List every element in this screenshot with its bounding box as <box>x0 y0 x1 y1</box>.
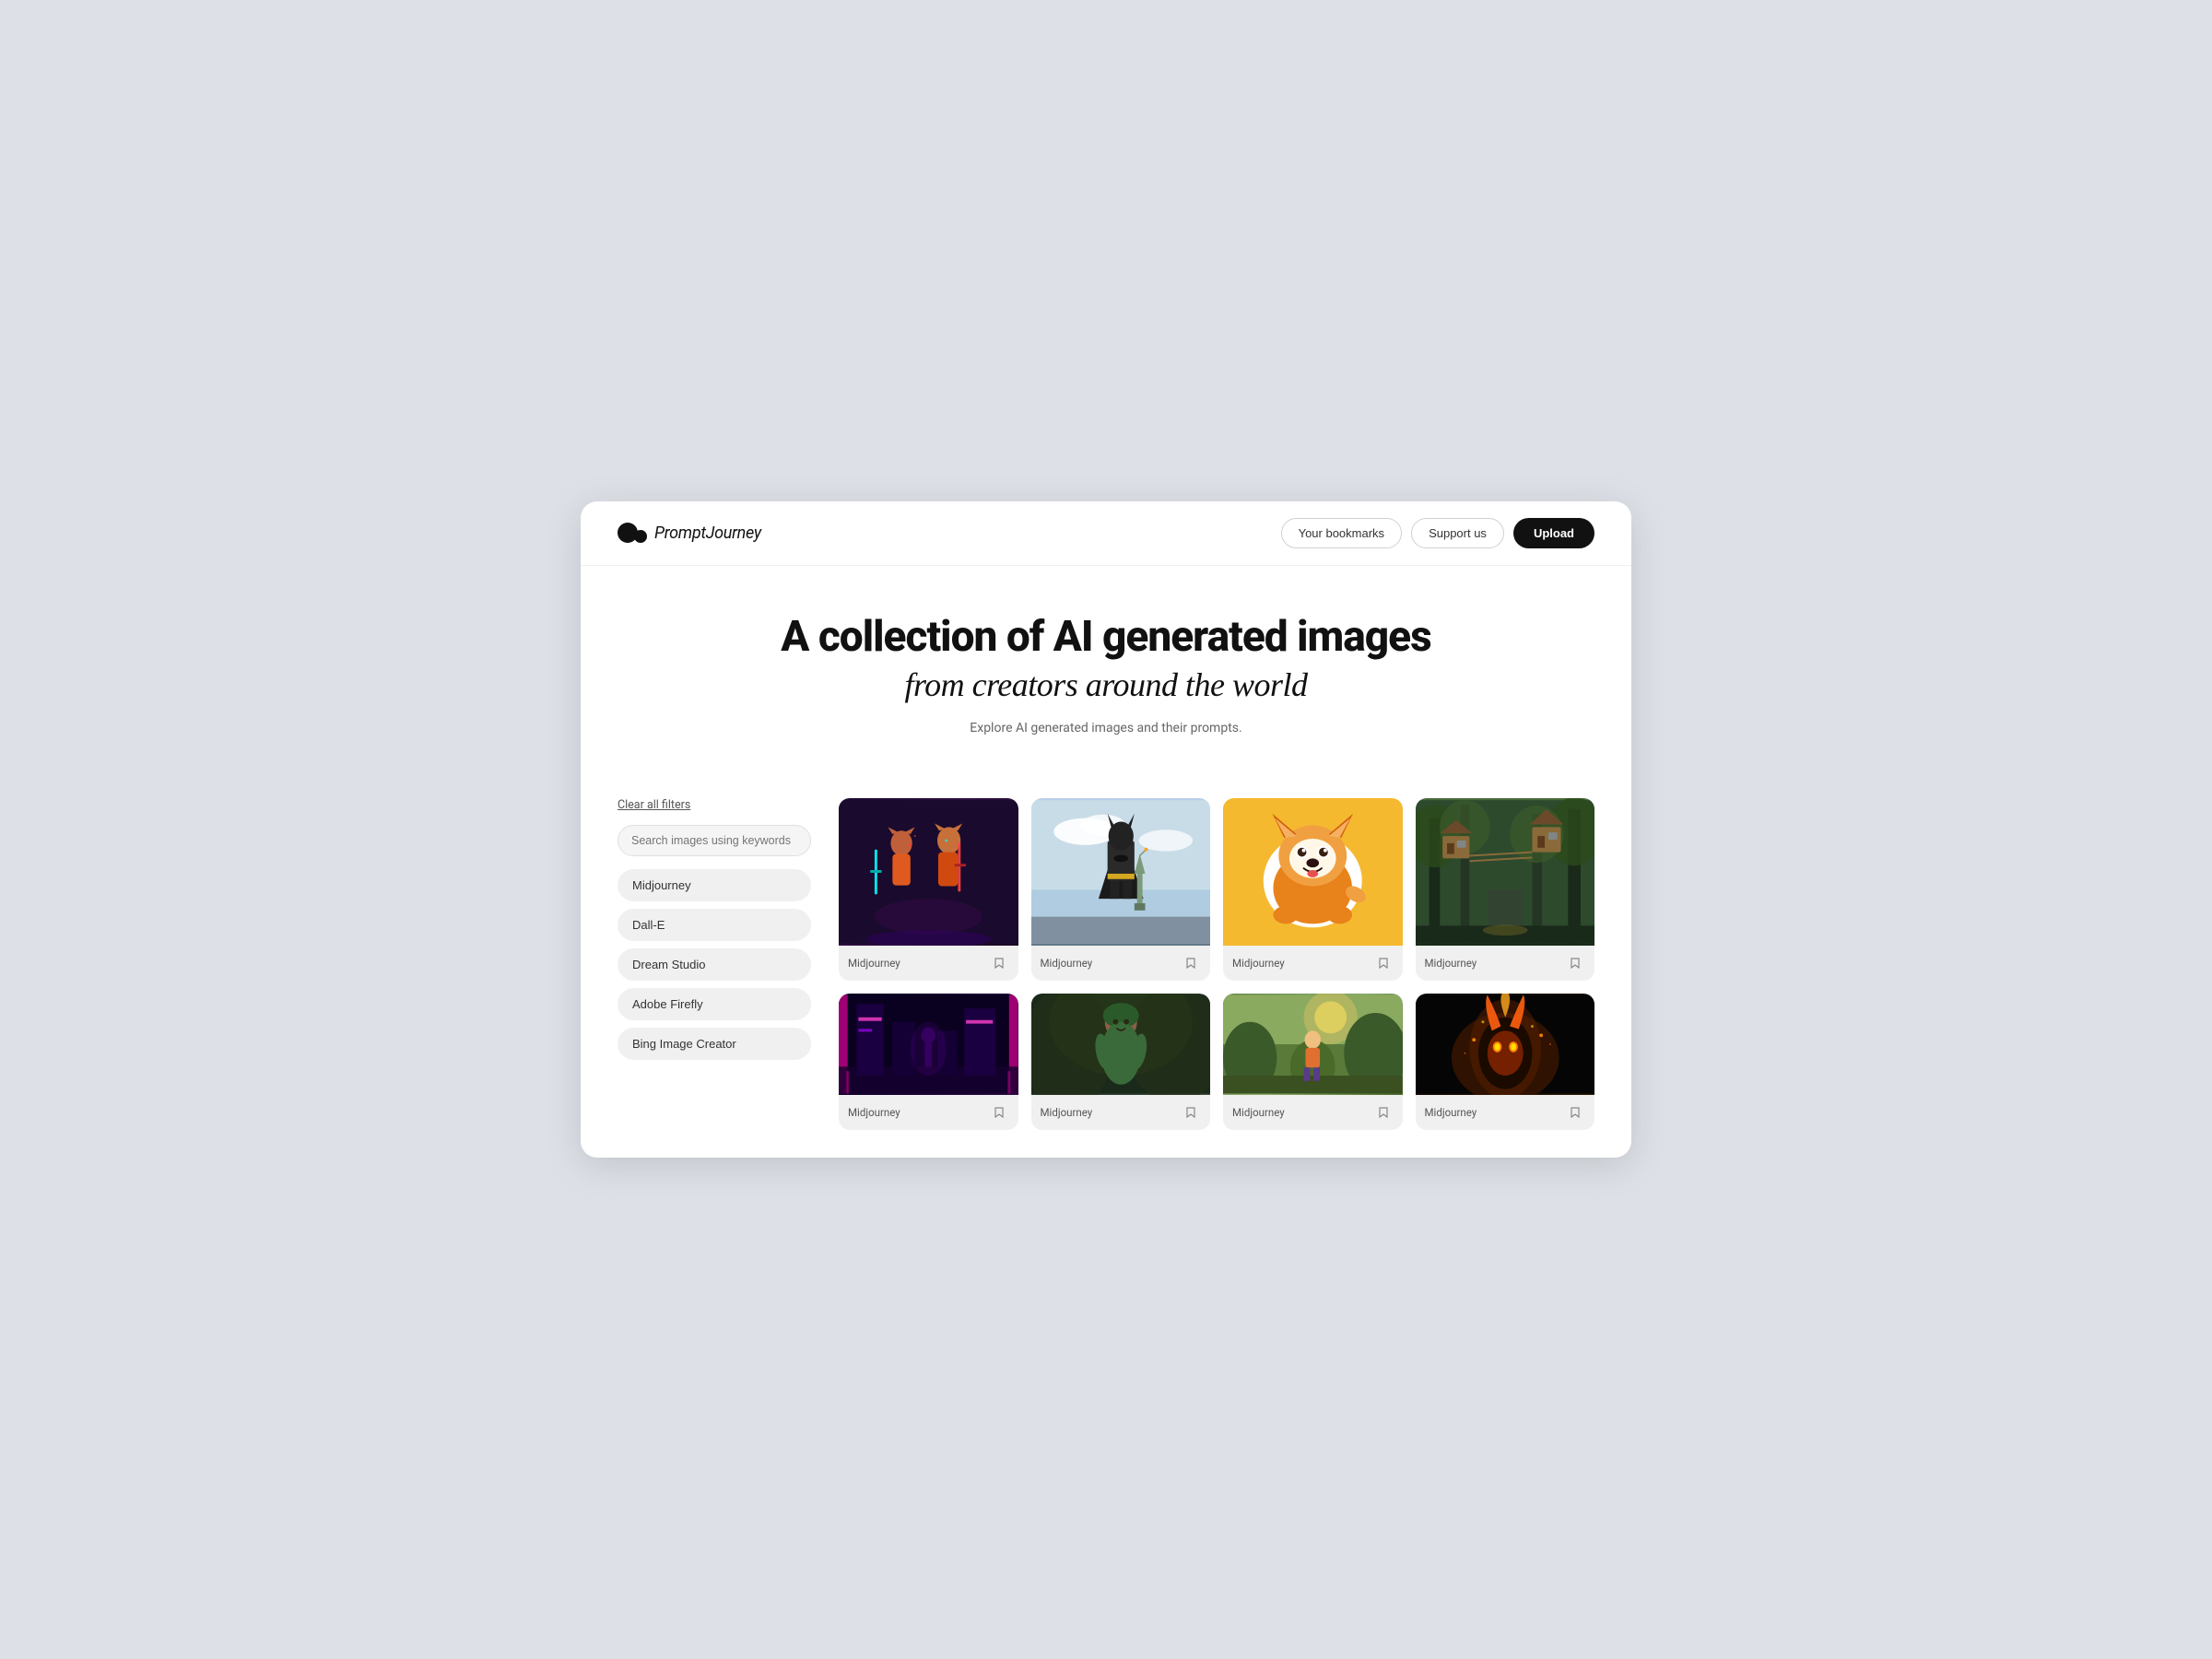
bookmarks-button[interactable]: Your bookmarks <box>1281 518 1402 548</box>
logo-text: PromptJourney <box>654 524 761 543</box>
bookmark-button[interactable] <box>1373 1102 1394 1123</box>
card-footer: Midjourney <box>1416 946 1595 981</box>
card-footer: Midjourney <box>1416 1095 1595 1130</box>
card-footer: Midjourney <box>839 1095 1018 1130</box>
navbar: PromptJourney Your bookmarks Support us … <box>581 501 1631 566</box>
bookmark-button[interactable] <box>1373 953 1394 973</box>
logo-icon <box>618 523 647 543</box>
logo[interactable]: PromptJourney <box>618 523 761 543</box>
image-treehouse <box>1416 798 1595 946</box>
card-label: Midjourney <box>1425 957 1477 970</box>
hero-description: Explore AI generated images and their pr… <box>618 721 1594 735</box>
card-footer: Midjourney <box>1031 946 1211 981</box>
image-neon <box>839 994 1018 1095</box>
hero-section: A collection of AI generated images from… <box>581 566 1631 773</box>
card-label: Midjourney <box>848 957 900 970</box>
card-label: Midjourney <box>1041 1106 1093 1119</box>
image-batman <box>1031 798 1211 946</box>
filter-adobe-firefly[interactable]: Adobe Firefly <box>618 988 811 1020</box>
nav-actions: Your bookmarks Support us Upload <box>1281 518 1594 548</box>
bookmark-button[interactable] <box>1181 953 1201 973</box>
filter-dream-studio[interactable]: Dream Studio <box>618 948 811 981</box>
logo-suffix: Journey <box>706 524 761 543</box>
card-footer: Midjourney <box>839 946 1018 981</box>
hero-title: A collection of AI generated images <box>618 614 1594 661</box>
bookmark-button[interactable] <box>1565 1102 1585 1123</box>
filter-midjourney[interactable]: Midjourney <box>618 869 811 901</box>
bookmark-button[interactable] <box>989 953 1009 973</box>
image-fire <box>1416 994 1595 1095</box>
image-card[interactable]: Midjourney <box>839 994 1018 1130</box>
card-label: Midjourney <box>1232 957 1285 970</box>
card-footer: Midjourney <box>1031 1095 1211 1130</box>
bookmark-button[interactable] <box>1181 1102 1201 1123</box>
filter-dall-e[interactable]: Dall-E <box>618 909 811 941</box>
bookmark-button[interactable] <box>1565 953 1585 973</box>
image-card[interactable]: Midjourney <box>1416 798 1595 981</box>
image-card[interactable]: Midjourney <box>1031 798 1211 981</box>
card-label: Midjourney <box>848 1106 900 1119</box>
card-footer: Midjourney <box>1223 1095 1403 1130</box>
image-green-person <box>1031 994 1211 1095</box>
image-fox <box>839 798 1018 946</box>
image-card[interactable]: Midjourney <box>1223 994 1403 1130</box>
image-grid-container: Midjourney <box>839 798 1594 1130</box>
hero-subtitle: from creators around the world <box>618 665 1594 704</box>
sidebar: Clear all filters Midjourney Dall-E Drea… <box>618 798 811 1130</box>
image-card[interactable]: Midjourney <box>1416 994 1595 1130</box>
support-button[interactable]: Support us <box>1411 518 1504 548</box>
logo-circle-small <box>634 530 647 543</box>
bookmark-button[interactable] <box>989 1102 1009 1123</box>
card-label: Midjourney <box>1425 1106 1477 1119</box>
image-card[interactable]: Midjourney <box>1031 994 1211 1130</box>
image-card[interactable]: Midjourney <box>1223 798 1403 981</box>
card-label: Midjourney <box>1041 957 1093 970</box>
filter-bing-image-creator[interactable]: Bing Image Creator <box>618 1028 811 1060</box>
browser-window: PromptJourney Your bookmarks Support us … <box>581 501 1631 1159</box>
image-card[interactable]: Midjourney <box>839 798 1018 981</box>
image-corgi <box>1223 798 1403 946</box>
image-grid: Midjourney <box>839 798 1594 1130</box>
upload-button[interactable]: Upload <box>1513 518 1594 548</box>
clear-filters-link[interactable]: Clear all filters <box>618 798 811 812</box>
card-label: Midjourney <box>1232 1106 1285 1119</box>
card-footer: Midjourney <box>1223 946 1403 981</box>
main-content: Clear all filters Midjourney Dall-E Drea… <box>581 772 1631 1158</box>
logo-name: Prompt <box>654 524 706 543</box>
image-outdoor <box>1223 994 1403 1095</box>
search-input[interactable] <box>618 825 811 856</box>
